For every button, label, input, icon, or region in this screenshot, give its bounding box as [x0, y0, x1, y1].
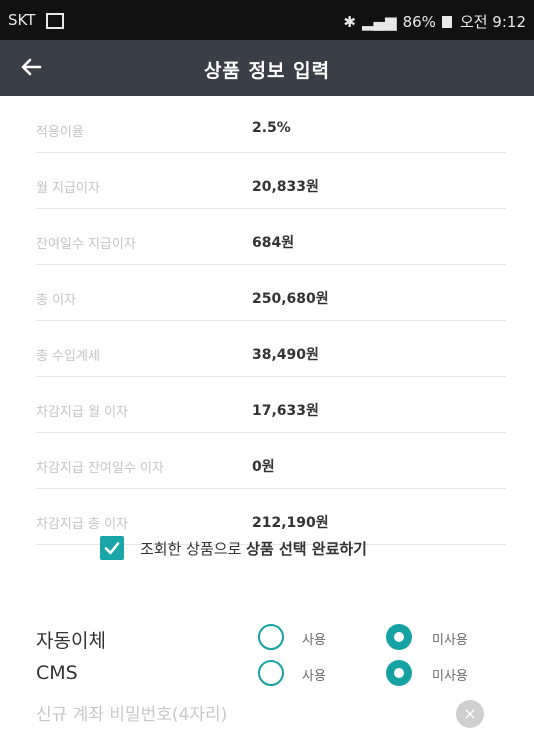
- detail-label: 총 수입계세: [36, 349, 100, 364]
- detail-label: 차감지급 총 이자: [36, 517, 128, 532]
- clock: 오전 9:12: [459, 13, 526, 31]
- radio-use[interactable]: [258, 660, 284, 686]
- battery-percent: 86%: [402, 12, 436, 31]
- cms-option: CMS 사용 미사용: [36, 656, 506, 696]
- detail-label: 차감지급 월 이자: [36, 405, 128, 420]
- signal-icon: ▂▄▆: [361, 12, 397, 31]
- radio-use-label: 사용: [302, 669, 326, 684]
- auto-transfer-option: 자동이체 사용 미사용: [36, 620, 506, 660]
- radio-no-use-label: 미사용: [432, 669, 468, 684]
- confirm-text-prefix: 조회한 상품으로: [140, 539, 247, 558]
- radio-no-use[interactable]: [386, 660, 412, 686]
- option-label: 자동이체: [36, 630, 106, 652]
- detail-label: 잔여일수 지급이자: [36, 237, 136, 252]
- app-bar: 상품 정보 입력: [0, 40, 534, 96]
- password-input[interactable]: 신규 계좌 비밀번호(4자리): [36, 700, 227, 725]
- detail-row: 총 수입계세 38,490원: [36, 320, 506, 377]
- bluetooth-icon: ✱: [343, 12, 356, 31]
- status-bar: SKT ✱ ▂▄▆ 86% 오전 9:12: [0, 0, 534, 40]
- detail-label: 총 이자: [36, 293, 77, 308]
- detail-value: 38,490원: [252, 347, 319, 363]
- detail-value: 684원: [252, 235, 295, 251]
- detail-label: 차감지급 잔여일수 이자: [36, 461, 164, 476]
- detail-value: 250,680원: [252, 291, 329, 307]
- detail-row: 월 지급이자 20,833원: [36, 152, 506, 209]
- radio-no-use[interactable]: [386, 624, 412, 650]
- confirm-selection[interactable]: 조회한 상품으로 상품 선택 완료하기: [100, 536, 367, 560]
- detail-value: 212,190원: [252, 515, 329, 531]
- clear-icon[interactable]: ×: [456, 700, 484, 728]
- detail-value: 2.5%: [252, 120, 291, 136]
- confirm-text-bold: 상품 선택 완료하기: [246, 539, 367, 558]
- status-right: ✱ ▂▄▆ 86% 오전 9:12: [343, 11, 526, 32]
- radio-use[interactable]: [258, 624, 284, 650]
- page-title: 상품 정보 입력: [203, 60, 331, 82]
- check-icon: [104, 542, 120, 555]
- confirm-checkbox[interactable]: [100, 536, 124, 560]
- detail-row: 잔여일수 지급이자 684원: [36, 208, 506, 265]
- detail-label: 월 지급이자: [36, 181, 100, 196]
- confirm-label: 조회한 상품으로 상품 선택 완료하기: [140, 538, 367, 559]
- radio-no-use-label: 미사용: [432, 633, 468, 648]
- radio-use-label: 사용: [302, 633, 326, 648]
- detail-row: 차감지급 월 이자 17,633원: [36, 376, 506, 433]
- detail-row: 적용이율 2.5%: [36, 96, 506, 153]
- detail-row: 총 이자 250,680원: [36, 264, 506, 321]
- detail-value: 0원: [252, 459, 275, 475]
- option-label: CMS: [36, 662, 78, 684]
- screenshot-icon: [46, 13, 64, 29]
- battery-icon: [441, 15, 452, 28]
- detail-value: 20,833원: [252, 179, 319, 195]
- detail-row: 차감지급 잔여일수 이자 0원: [36, 432, 506, 489]
- detail-value: 17,633원: [252, 403, 319, 419]
- carrier-label: SKT: [8, 11, 36, 29]
- detail-label: 적용이율: [36, 125, 84, 140]
